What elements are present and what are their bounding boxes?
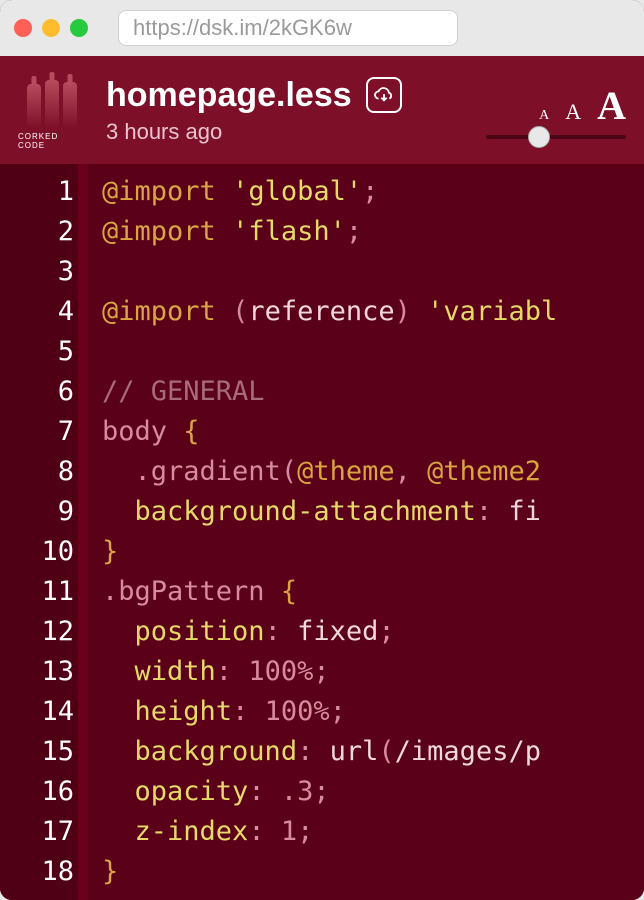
code-line — [102, 332, 644, 372]
line-number: 14 — [0, 692, 74, 732]
code-line: opacity: .3; — [102, 772, 644, 812]
font-size-control: A A A — [486, 82, 626, 139]
title-row: homepage.less — [106, 76, 466, 115]
code-line — [102, 252, 644, 292]
line-number: 11 — [0, 572, 74, 612]
line-number: 12 — [0, 612, 74, 652]
line-number: 18 — [0, 852, 74, 892]
line-number: 13 — [0, 652, 74, 692]
font-size-large[interactable]: A — [597, 82, 626, 129]
code-line: .gradient(@theme, @theme2 — [102, 452, 644, 492]
line-number: 4 — [0, 292, 74, 332]
code-line: @import 'global'; — [102, 172, 644, 212]
url-bar[interactable]: https://dsk.im/2kGK6w — [118, 10, 458, 46]
font-size-medium[interactable]: A — [565, 99, 581, 125]
line-number: 16 — [0, 772, 74, 812]
code-editor: 123456789101112131415161718 @import 'glo… — [0, 164, 644, 900]
timestamp: 3 hours ago — [106, 119, 466, 145]
app-window: https://dsk.im/2kGK6w CORKED CODE homepa… — [0, 0, 644, 900]
code-line: // GENERAL — [102, 372, 644, 412]
logo-label: CORKED CODE — [18, 132, 86, 150]
code-line: } — [102, 852, 644, 892]
code-line: background-attachment: fi — [102, 492, 644, 532]
code-line: position: fixed; — [102, 612, 644, 652]
line-number: 6 — [0, 372, 74, 412]
close-icon[interactable] — [14, 19, 32, 37]
code-line: background: url(/images/p — [102, 732, 644, 772]
code-line: z-index: 1; — [102, 812, 644, 852]
line-number: 5 — [0, 332, 74, 372]
line-number: 17 — [0, 812, 74, 852]
line-number: 15 — [0, 732, 74, 772]
line-number: 1 — [0, 172, 74, 212]
title-block: homepage.less 3 hours ago — [106, 76, 466, 145]
download-button[interactable] — [366, 77, 402, 113]
url-text: https://dsk.im/2kGK6w — [133, 15, 352, 41]
bottles-icon — [27, 72, 77, 128]
code-line: @import (reference) 'variabl — [102, 292, 644, 332]
app-logo: CORKED CODE — [18, 70, 86, 150]
code-line: height: 100%; — [102, 692, 644, 732]
font-size-small[interactable]: A — [539, 108, 549, 124]
window-controls — [14, 19, 88, 37]
font-size-slider[interactable] — [486, 135, 626, 139]
font-size-letters: A A A — [539, 82, 626, 129]
code-line: .bgPattern { — [102, 572, 644, 612]
line-number: 9 — [0, 492, 74, 532]
titlebar: https://dsk.im/2kGK6w — [0, 0, 644, 56]
code-line: } — [102, 532, 644, 572]
line-number: 8 — [0, 452, 74, 492]
minimize-icon[interactable] — [42, 19, 60, 37]
line-number: 7 — [0, 412, 74, 452]
slider-thumb[interactable] — [528, 126, 550, 148]
code-line: width: 100%; — [102, 652, 644, 692]
line-number: 2 — [0, 212, 74, 252]
header: CORKED CODE homepage.less 3 hours ago A … — [0, 56, 644, 164]
code-area[interactable]: @import 'global';@import 'flash'; @import… — [88, 164, 644, 900]
line-number: 3 — [0, 252, 74, 292]
code-line: @import 'flash'; — [102, 212, 644, 252]
line-gutter: 123456789101112131415161718 — [0, 164, 88, 900]
file-title: homepage.less — [106, 76, 352, 115]
line-number: 10 — [0, 532, 74, 572]
code-line: body { — [102, 412, 644, 452]
zoom-icon[interactable] — [70, 19, 88, 37]
cloud-download-icon — [373, 86, 395, 104]
